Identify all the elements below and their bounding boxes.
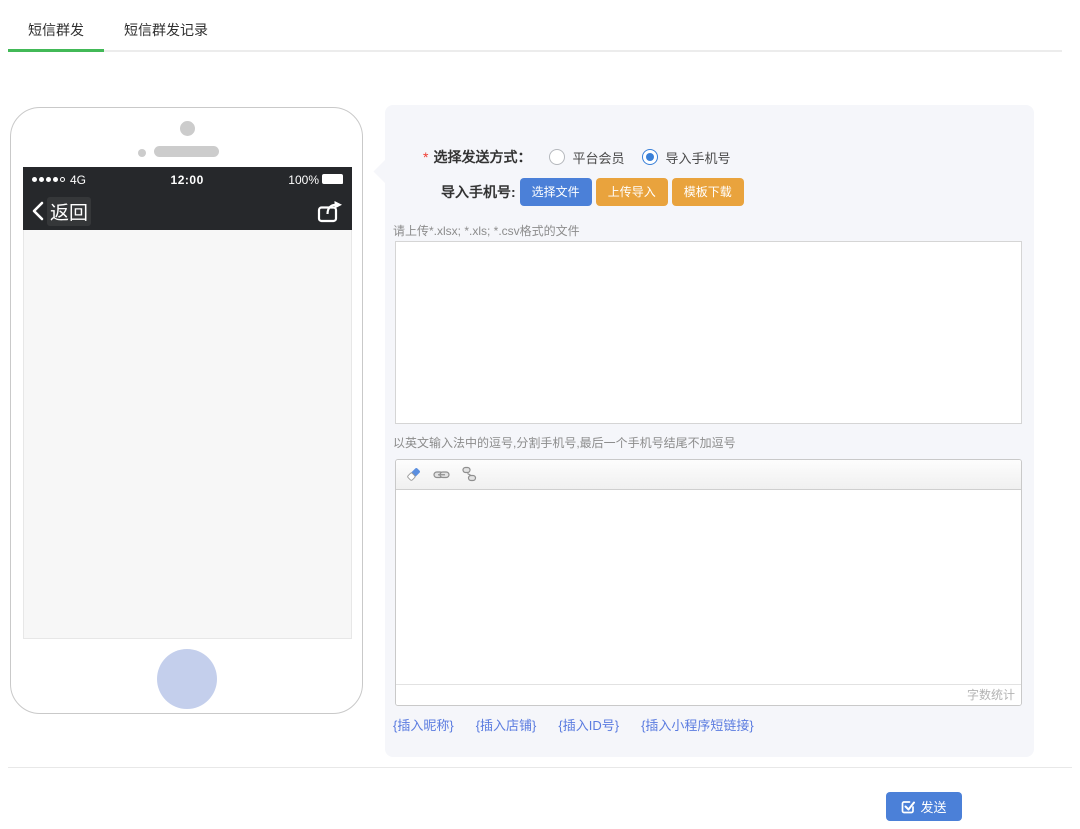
radio-icon [642, 149, 658, 165]
signal-dots-icon [32, 177, 65, 182]
insert-nickname-link[interactable]: {插入昵称} [393, 715, 454, 734]
send-button[interactable]: 发送 [886, 792, 962, 821]
phone-status-bar: 4G 12:00 100% [23, 167, 352, 192]
insert-id-link[interactable]: {插入ID号} [558, 715, 619, 734]
eraser-button[interactable] [404, 466, 422, 484]
word-count-label: 字数统计 [396, 684, 1021, 705]
checkbox-check-icon [901, 800, 915, 814]
battery-percent: 100% [288, 173, 319, 187]
phone-preview: 4G 12:00 100% 返回 [10, 107, 363, 714]
phone-screen-preview [23, 230, 352, 639]
speaker-bar-icon [154, 146, 219, 157]
radio-import-phone[interactable]: 导入手机号 [642, 148, 730, 167]
radio-platform-member[interactable]: 平台会员 [549, 148, 624, 167]
import-phone-label: 导入手机号: [441, 182, 516, 202]
share-forward-icon [317, 200, 344, 223]
back-label: 返回 [47, 197, 91, 226]
link-button[interactable] [432, 466, 450, 484]
link-icon [433, 466, 450, 483]
editor-content-area[interactable] [396, 490, 1021, 684]
camera-dot-icon [180, 121, 195, 136]
send-method-label: 选择发送方式： [433, 147, 531, 167]
phone-nav-bar: 返回 [23, 192, 352, 230]
insert-miniprogram-shortlink-link[interactable]: {插入小程序短链接} [641, 715, 754, 734]
radio-platform-member-label: 平台会员 [572, 148, 624, 167]
import-phone-row: 导入手机号: 选择文件 上传导入 模板下载 [441, 178, 744, 206]
radio-icon [549, 149, 565, 165]
eraser-icon [405, 466, 422, 483]
sensor-dot-icon [138, 149, 146, 157]
editor-toolbar [396, 460, 1021, 490]
upload-import-button[interactable]: 上传导入 [596, 178, 668, 206]
share-button[interactable] [317, 200, 344, 223]
status-time: 12:00 [86, 173, 288, 187]
tabbar: 短信群发 短信群发记录 [8, 20, 1062, 52]
battery-full-icon [322, 173, 343, 187]
compose-panel: * 选择发送方式： 平台会员 导入手机号 导入手机号: 选择文件 上传导入 模板… [385, 105, 1034, 757]
network-label: 4G [70, 173, 86, 187]
comma-split-hint: 以英文输入法中的逗号,分割手机号,最后一个手机号结尾不加逗号 [393, 434, 736, 451]
sms-content-editor: 字数统计 [395, 459, 1022, 706]
template-download-button[interactable]: 模板下载 [672, 178, 744, 206]
upload-format-hint: 请上传*.xlsx; *.xls; *.csv格式的文件 [393, 222, 580, 239]
radio-import-phone-label: 导入手机号 [665, 148, 730, 167]
choose-file-button[interactable]: 选择文件 [520, 178, 592, 206]
footer-divider [8, 767, 1072, 768]
back-button[interactable]: 返回 [31, 197, 91, 226]
unlink-button[interactable] [460, 466, 478, 484]
insert-variables-row: {插入昵称} {插入店铺} {插入ID号} {插入小程序短链接} [393, 715, 754, 734]
sms-bulk-page: 短信群发 短信群发记录 4G 12:00 100% 返回 [0, 0, 1080, 829]
required-asterisk: * [423, 149, 428, 165]
chevron-left-icon [31, 201, 44, 221]
tab-sms-bulk-records[interactable]: 短信群发记录 [104, 20, 228, 52]
uploaded-numbers-textarea[interactable] [395, 241, 1022, 424]
tab-sms-bulk[interactable]: 短信群发 [8, 20, 104, 52]
send-method-row: * 选择发送方式： 平台会员 导入手机号 [423, 147, 730, 167]
insert-shop-link[interactable]: {插入店铺} [476, 715, 537, 734]
unlink-icon [461, 466, 478, 483]
home-button-icon [157, 649, 217, 709]
send-label: 发送 [920, 797, 946, 816]
panel-callout-arrow [373, 159, 397, 183]
